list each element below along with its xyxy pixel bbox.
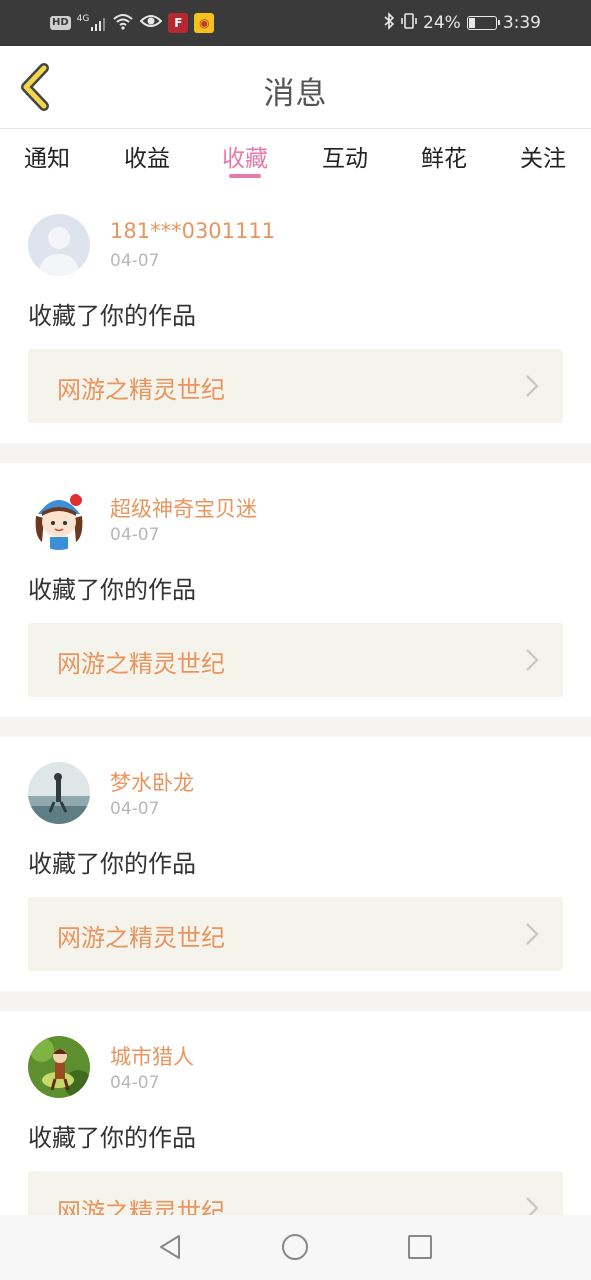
- work-link[interactable]: 网游之精灵世纪: [28, 349, 563, 423]
- nav-back-button[interactable]: [155, 1232, 185, 1262]
- tab-following[interactable]: 关注: [503, 139, 583, 173]
- username[interactable]: 梦水卧龙: [110, 767, 194, 797]
- weibo-icon: ◉: [194, 13, 215, 33]
- work-title: 网游之精灵世纪: [57, 650, 225, 678]
- tab-notifications[interactable]: 通知: [7, 139, 87, 173]
- avatar[interactable]: [28, 762, 90, 824]
- back-triangle-icon: [160, 1235, 180, 1259]
- message-feed[interactable]: 181***0301111 04-07 收藏了你的作品 网游之精灵世纪 超级神奇…: [0, 189, 591, 1215]
- tab-interactions[interactable]: 互动: [305, 139, 385, 173]
- active-tab-indicator: [229, 174, 261, 178]
- work-title: 网游之精灵世纪: [57, 924, 225, 952]
- tab-earnings[interactable]: 收益: [107, 139, 187, 173]
- username[interactable]: 181***0301111: [110, 219, 275, 243]
- avatar[interactable]: [28, 214, 90, 276]
- timestamp: 04-07: [110, 251, 160, 271]
- work-link[interactable]: 网游之精灵世纪: [28, 1171, 563, 1215]
- action-text: 收藏了你的作品: [28, 1124, 196, 1152]
- app-header: 消息: [0, 46, 591, 129]
- work-link[interactable]: 网游之精灵世纪: [28, 623, 563, 697]
- separator: [0, 991, 591, 1011]
- default-avatar-icon: [28, 214, 90, 276]
- wifi-icon: [112, 12, 134, 34]
- avatar[interactable]: [28, 488, 90, 550]
- recents-square-icon: [408, 1235, 432, 1259]
- chevron-right-icon: [526, 649, 539, 671]
- cartoon-girl-avatar-icon: [28, 488, 90, 550]
- 4g-signal-icon: 4G: [77, 14, 107, 32]
- chevron-right-icon: [526, 923, 539, 945]
- bluetooth-icon: [383, 11, 395, 35]
- avatar[interactable]: [28, 1036, 90, 1098]
- list-item: 181***0301111 04-07 收藏了你的作品 网游之精灵世纪: [0, 189, 591, 443]
- hd-icon: HD: [50, 16, 71, 30]
- category-tabs: 通知 收益 收藏 互动 鲜花 关注: [0, 129, 591, 185]
- work-title: 网游之精灵世纪: [57, 376, 225, 404]
- status-bar-left: HD 4G F ◉: [50, 12, 215, 34]
- list-item: 梦水卧龙 04-07 收藏了你的作品 网游之精灵世纪: [0, 737, 591, 991]
- vibrate-icon: [401, 12, 417, 35]
- action-text: 收藏了你的作品: [28, 850, 196, 878]
- game-character-avatar-icon: [28, 1036, 90, 1098]
- timestamp: 04-07: [110, 525, 160, 545]
- username[interactable]: 超级神奇宝贝迷: [110, 493, 257, 523]
- tab-flowers[interactable]: 鲜花: [404, 139, 484, 173]
- nav-recents-button[interactable]: [405, 1232, 435, 1262]
- chevron-right-icon: [526, 1197, 539, 1215]
- page-title: 消息: [263, 76, 328, 112]
- status-bar-right: 24% 3:39: [383, 11, 541, 35]
- timestamp: 04-07: [110, 799, 160, 819]
- battery-percent: 24%: [423, 13, 461, 33]
- list-item: 城市猎人 04-07 收藏了你的作品 网游之精灵世纪: [0, 1011, 591, 1215]
- beach-photo-avatar-icon: [28, 762, 90, 824]
- list-item: 超级神奇宝贝迷 04-07 收藏了你的作品 网游之精灵世纪: [0, 463, 591, 717]
- status-bar: HD 4G F ◉ 24% 3:39: [0, 0, 591, 46]
- action-text: 收藏了你的作品: [28, 576, 196, 604]
- username[interactable]: 城市猎人: [110, 1041, 194, 1071]
- separator: [0, 443, 591, 463]
- clock: 3:39: [502, 13, 541, 33]
- network-type-label: 4G: [76, 14, 90, 24]
- work-title: 网游之精灵世纪: [57, 1198, 225, 1215]
- battery-fill: [468, 18, 475, 28]
- tab-favorites[interactable]: 收藏: [205, 139, 285, 173]
- battery-icon: [466, 16, 500, 30]
- separator: [0, 717, 591, 737]
- system-navigation-bar: [0, 1215, 591, 1280]
- timestamp: 04-07: [110, 1073, 160, 1093]
- chevron-right-icon: [526, 375, 539, 397]
- nav-home-button[interactable]: [280, 1232, 310, 1262]
- work-link[interactable]: 网游之精灵世纪: [28, 897, 563, 971]
- eye-icon: [139, 13, 163, 33]
- app-notification-icon: F: [168, 13, 189, 33]
- home-circle-icon: [282, 1234, 308, 1260]
- action-text: 收藏了你的作品: [28, 302, 196, 330]
